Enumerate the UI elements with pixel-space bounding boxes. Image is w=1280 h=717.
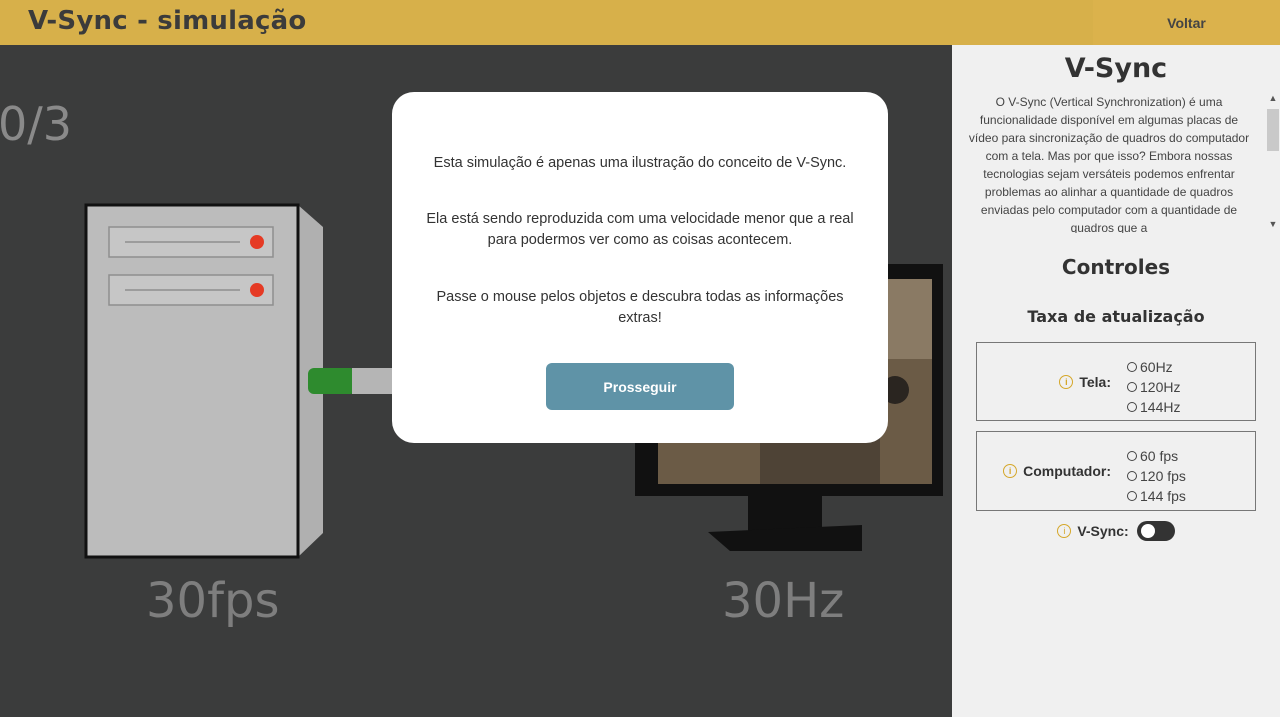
computer-rate-group: i Computador: 60 fps 120 fps 144 fps [976,431,1256,511]
info-icon[interactable]: i [1057,524,1072,538]
scroll-thumb[interactable] [1267,109,1279,151]
vsync-toggle[interactable] [1136,521,1175,541]
toggle-knob [1140,524,1155,538]
info-icon[interactable]: i [1003,464,1018,478]
computer-tower[interactable] [84,203,323,559]
controls-heading: Controles [1061,255,1171,279]
radio-icon[interactable] [1127,451,1137,461]
info-icon[interactable]: i [1059,374,1074,389]
drive-led-top [250,235,264,249]
screen-option-120hz[interactable]: 120Hz [1127,377,1180,397]
app-header: V-Sync - simulação Voltar [0,0,1280,45]
computer-option-60fps[interactable]: 60 fps [1127,446,1186,466]
controls-panel: V-Sync O V-Sync (Vertical Synchronizatio… [952,45,1280,717]
scroll-up-icon[interactable]: ▲ [1266,93,1280,105]
radio-icon[interactable] [1127,362,1137,372]
radio-icon[interactable] [1127,382,1137,392]
radio-icon[interactable] [1127,471,1137,481]
modal-text-3: Passe o mouse pelos objetos e descubra t… [436,289,844,326]
radio-icon[interactable] [1127,491,1137,501]
computer-option-120fps[interactable]: 120 fps [1127,466,1186,486]
computer-option-144fps[interactable]: 144 fps [1127,486,1186,506]
proceed-button[interactable]: Prosseguir [546,363,734,410]
drive-led-bottom [250,283,264,297]
computer-label: Computador: [1023,463,1111,479]
computer-fps-label: 30fps [146,573,280,629]
vsync-toggle-row: i V-Sync: [952,521,1280,541]
intro-modal: Esta simulação é apenas uma ilustração d… [392,92,888,443]
video-cable[interactable] [308,368,396,394]
screen-option-144hz[interactable]: 144Hz [1127,397,1180,417]
radio-icon[interactable] [1127,402,1137,412]
description-scrollbar[interactable]: ▲ ▼ [1266,93,1280,233]
screen-rate-group: i Tela: 60Hz 120Hz 144Hz [976,342,1256,421]
page-title: V-Sync - simulação [28,6,307,36]
panel-title: V-Sync [1064,53,1168,84]
screen-option-60hz[interactable]: 60Hz [1127,357,1180,377]
screen-label: Tela: [1079,373,1111,390]
vsync-label: V-Sync: [1077,523,1129,539]
back-button[interactable]: Voltar [1093,0,1280,45]
monitor-hz-label: 30Hz [722,573,845,629]
modal-text-1: Esta simulação é apenas uma ilustração d… [433,155,847,171]
refresh-rate-heading: Taxa de atualização [1027,307,1205,326]
description-text[interactable]: O V-Sync (Vertical Synchronization) é um… [964,93,1254,233]
scroll-down-icon[interactable]: ▼ [1266,219,1280,231]
frame-counter: 0/3 [0,97,73,151]
modal-text-2: Ela está sendo reproduzida com uma veloc… [426,211,854,248]
